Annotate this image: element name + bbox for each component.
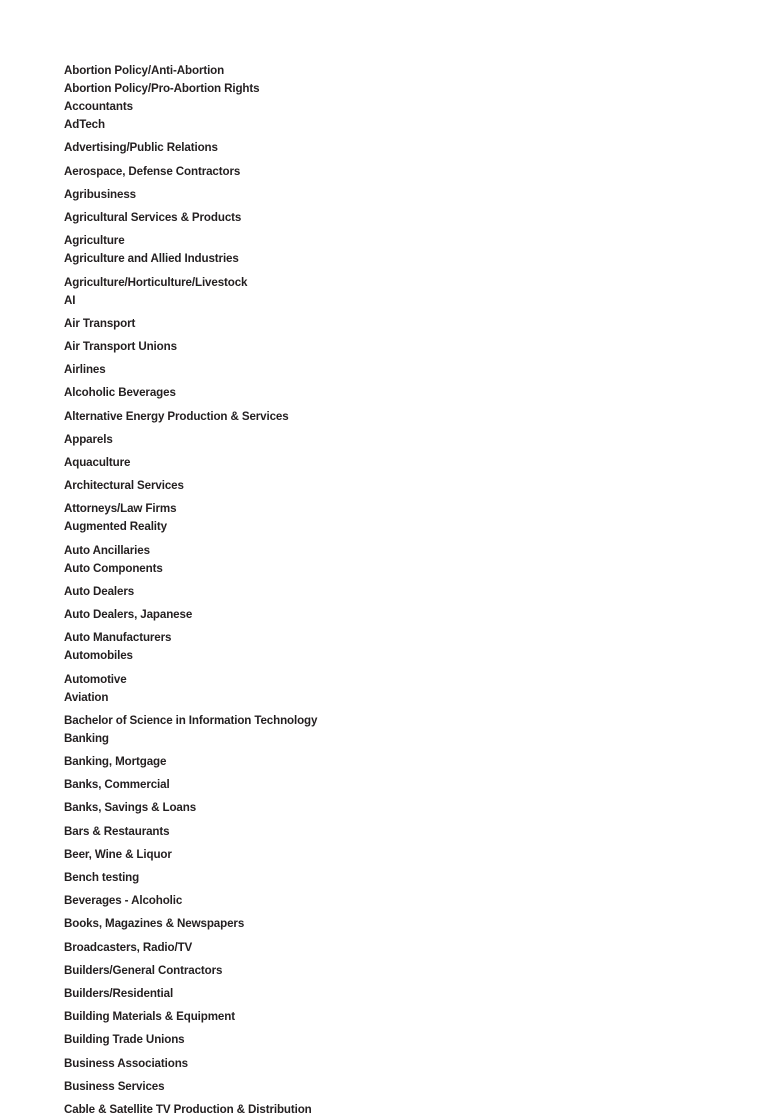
list-item: Augmented Reality (64, 520, 167, 534)
industry-categories-list: Abortion Policy/Anti-Abortion Abortion Po… (64, 62, 704, 1119)
list-item: Advertising/Public Relations (64, 141, 218, 155)
list-item: Auto Components (64, 561, 163, 575)
list-item: Broadcasters, Radio/TV (64, 940, 193, 954)
list-item: Abortion Policy/Pro-Abortion Rights (64, 82, 260, 96)
list-item: Builders/General Contractors (64, 963, 223, 977)
list-item: Agriculture and Allied Industries (64, 252, 239, 266)
list-item: Auto Dealers, Japanese (64, 608, 193, 622)
list-item: Auto Ancillaries (64, 543, 150, 557)
list-item: Aviation (64, 690, 109, 704)
list-item: Builders/Residential (64, 986, 174, 1000)
list-item: AI (64, 293, 76, 307)
list-item: Agriculture (64, 234, 125, 248)
list-item: Bench testing (64, 871, 140, 884)
list-item: Books, Magazines & Newspapers (64, 917, 245, 931)
list-item: Apparels (64, 432, 113, 446)
list-item: Aerospace, Defense Contractors (64, 164, 241, 178)
list-item: Alcoholic Beverages (64, 386, 176, 400)
list-item: Aquaculture (64, 455, 131, 469)
list-item: Agribusiness (64, 187, 137, 201)
list-item: Air Transport Unions (64, 339, 177, 353)
list-item: Banks, Commercial (64, 778, 170, 792)
list-item: Agriculture/Horticulture/Livestock (64, 275, 248, 289)
list-item: Business Associations (64, 1056, 188, 1070)
list-item: Beer, Wine & Liquor (64, 847, 172, 861)
list-item: Automobiles (64, 649, 133, 663)
list-item: Agricultural Services & Products (64, 211, 242, 225)
list-item: Beverages - Alcoholic (64, 894, 183, 908)
list-item: Banks, Savings & Loans (64, 801, 197, 815)
list-item: Bars & Restaurants (64, 824, 170, 838)
list-item: Alternative Energy Production & Services (64, 409, 289, 423)
list-item: Cable & Satellite TV Production & Distri… (64, 1102, 312, 1116)
list-item: Bachelor of Science in Information Techn… (64, 713, 318, 727)
list-item: Attorneys/Law Firms (64, 502, 177, 516)
list-item: Abortion Policy/Anti-Abortion (64, 64, 225, 77)
list-item: Airlines (64, 363, 106, 377)
list-item: Banking, Mortgage (64, 755, 167, 769)
list-item: Auto Dealers (64, 584, 135, 598)
list-item: Auto Manufacturers (64, 631, 172, 645)
list-item: Architectural Services (64, 479, 184, 493)
list-item: AdTech (64, 118, 105, 132)
list-item: Building Trade Unions (64, 1033, 185, 1047)
list-item: Automotive (64, 672, 127, 686)
list-item: Business Services (64, 1079, 165, 1093)
document-page: Abortion Policy/Anti-Abortion Abortion Po… (0, 0, 768, 1116)
list-item: Accountants (64, 100, 133, 114)
list-item: Air Transport (64, 316, 136, 330)
list-item: Banking (64, 731, 109, 745)
